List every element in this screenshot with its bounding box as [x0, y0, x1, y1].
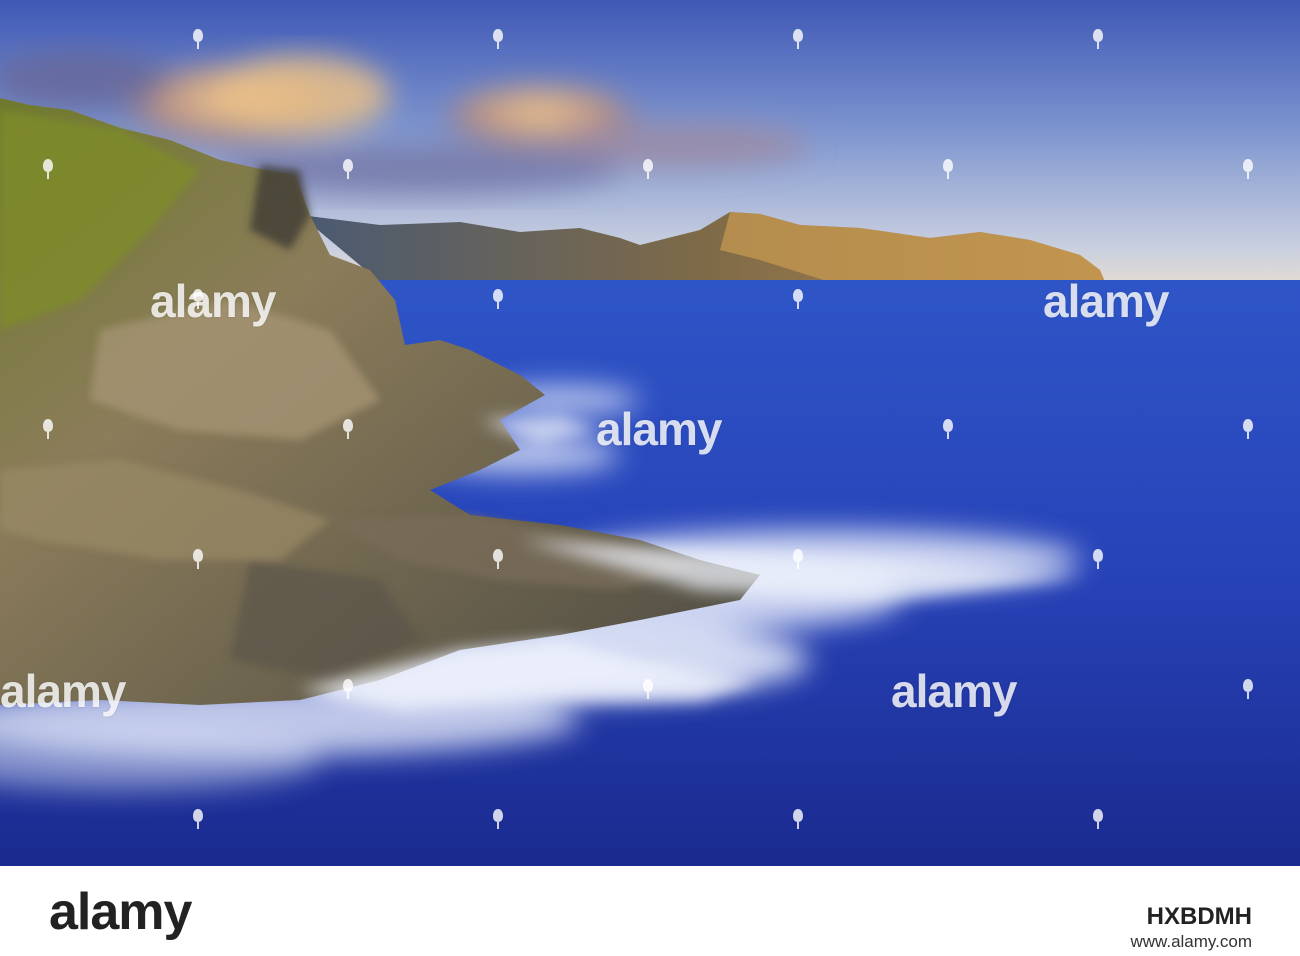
watermark-mark-icon — [193, 289, 203, 309]
watermark-mark-icon — [493, 29, 503, 49]
watermark-mark-icon — [943, 159, 953, 179]
watermark-text: alamy — [150, 275, 276, 327]
watermark-mark-icon — [1243, 419, 1253, 439]
watermark-mark-icon — [43, 419, 53, 439]
watermark-mark-icon — [193, 549, 203, 569]
footer-bar: alamy HXBDMH www.alamy.com — [0, 866, 1300, 956]
watermark-mark-icon — [793, 289, 803, 309]
watermark-mark-icon — [343, 419, 353, 439]
watermark-mark-icon — [643, 159, 653, 179]
watermark-mark-icon — [343, 679, 353, 699]
watermark-mark-icon — [793, 809, 803, 829]
image-id: HXBDMH — [1146, 903, 1252, 930]
watermark-mark-icon — [343, 159, 353, 179]
watermark-mark-icon — [943, 419, 953, 439]
alamy-logo: alamy — [49, 883, 192, 941]
watermark-mark-icon — [793, 549, 803, 569]
watermark-mark-icon — [643, 679, 653, 699]
watermark-text: alamy — [1043, 275, 1169, 327]
watermark-mark-icon — [43, 159, 53, 179]
watermark-mark-icon — [1243, 679, 1253, 699]
watermark-mark-icon — [1093, 549, 1103, 569]
watermark-mark-icon — [493, 289, 503, 309]
watermark-mark-icon — [193, 809, 203, 829]
watermark-text: alamy — [0, 665, 126, 717]
image-viewer: alamy alamy alamy alamy alamy alamy HXBD… — [0, 0, 1300, 956]
watermark-mark-icon — [793, 29, 803, 49]
watermark-mark-icon — [193, 29, 203, 49]
watermark-mark-icon — [1243, 159, 1253, 179]
watermark-mark-icon — [1093, 809, 1103, 829]
watermark-text: alamy — [596, 403, 722, 455]
watermark-mark-icon — [1093, 29, 1103, 49]
watermark-mark-icon — [493, 809, 503, 829]
site-url: www.alamy.com — [1130, 932, 1252, 951]
watermark-mark-icon — [493, 549, 503, 569]
watermark-text: alamy — [891, 665, 1017, 717]
